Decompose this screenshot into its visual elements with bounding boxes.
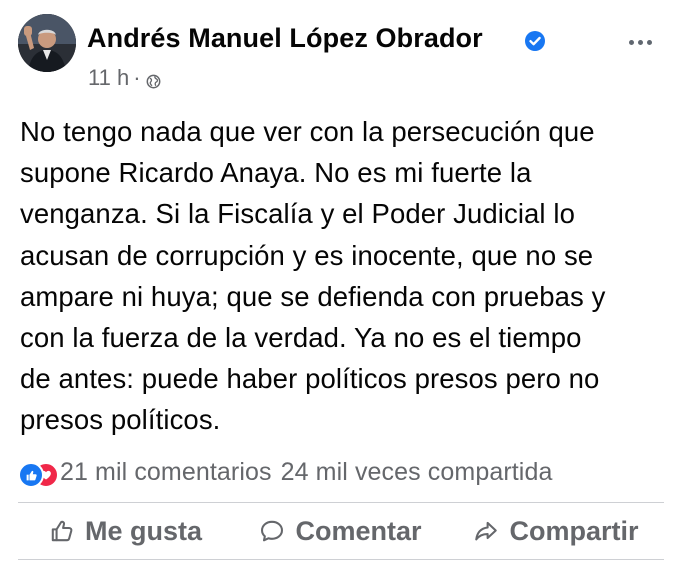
more-options-icon[interactable] (622, 32, 658, 52)
post-header: Andrés Manuel López Obrador 11 h · (18, 14, 663, 94)
reactions-summary[interactable] (18, 459, 59, 488)
meta-separator: · (133, 65, 141, 90)
author-avatar[interactable] (18, 14, 76, 72)
shares-count[interactable]: 24 mil veces compartida (281, 458, 553, 486)
avatar-image (18, 14, 76, 72)
thumbs-up-icon (49, 518, 75, 544)
more-dot (646, 39, 652, 45)
comment-icon (259, 518, 285, 544)
post-stats: 21 mil comentarios 24 mil veces compartid… (18, 452, 664, 492)
post-meta: 11 h · (88, 65, 161, 91)
verified-badge-icon (524, 30, 546, 52)
stats-text: 21 mil comentarios 24 mil veces compartid… (60, 458, 552, 487)
like-button[interactable]: Me gusta (18, 508, 233, 554)
like-reaction-icon (18, 462, 44, 488)
like-label: Me gusta (84, 515, 203, 546)
comment-button[interactable]: Comentar (233, 508, 448, 554)
post-text: No tengo nada que ver con la persecución… (20, 116, 606, 436)
bottom-divider (18, 559, 664, 560)
share-arrow-icon (473, 518, 499, 544)
comments-count[interactable]: 21 mil comentarios (60, 458, 272, 486)
author-name[interactable]: Andrés Manuel López Obrador (87, 23, 483, 54)
facebook-post: Andrés Manuel López Obrador 11 h · No te… (0, 0, 677, 577)
more-dot (628, 39, 634, 45)
globe-icon[interactable] (146, 74, 161, 89)
more-dot (637, 39, 643, 45)
stats-divider (18, 502, 664, 503)
comment-label: Comentar (295, 515, 422, 546)
post-timestamp[interactable]: 11 h (88, 65, 129, 91)
action-bar: Me gusta Comentar Compartir (18, 508, 664, 554)
share-button[interactable]: Compartir (448, 508, 664, 554)
share-label: Compartir (509, 515, 639, 546)
